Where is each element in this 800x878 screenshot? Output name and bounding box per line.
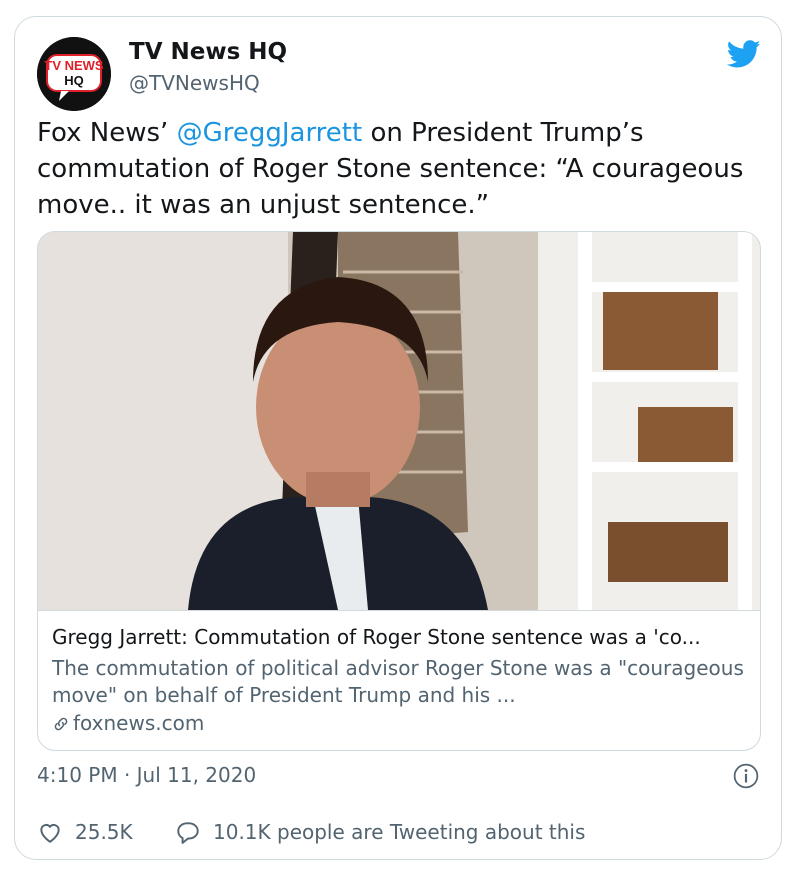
speech-bubble-icon: [177, 822, 199, 844]
card-image[interactable]: [38, 232, 760, 610]
mention-link[interactable]: @GreggJarrett: [177, 118, 363, 148]
like-count: 25.5K: [75, 820, 133, 844]
tv-news-logo: TV NEWS HQ: [37, 37, 111, 111]
card-domain-text: foxnews.com: [73, 711, 205, 735]
tweeting-about-button[interactable]: 10.1K people are Tweeting about this: [175, 819, 585, 845]
link-icon: [54, 717, 68, 731]
heart-icon: [40, 824, 60, 843]
tweet-text: Fox News’ @GreggJarrett on President Tru…: [37, 115, 767, 223]
like-button[interactable]: 25.5K: [37, 819, 133, 845]
card-info[interactable]: Gregg Jarrett: Commutation of Roger Ston…: [38, 610, 760, 750]
info-icon[interactable]: [733, 763, 759, 789]
card-domain[interactable]: foxnews.com: [52, 711, 204, 735]
link-card[interactable]: Gregg Jarrett: Commutation of Roger Ston…: [37, 231, 761, 751]
card-description: The commutation of political advisor Rog…: [52, 656, 744, 707]
tweeting-about-label: 10.1K people are Tweeting about this: [213, 820, 586, 844]
timestamp[interactable]: 4:10 PM · Jul 11, 2020: [37, 763, 256, 787]
tweet-text-part1: Fox News’: [37, 118, 177, 148]
twitter-bird-icon[interactable]: [727, 37, 761, 71]
tweet-embed[interactable]: TV NEWS HQ TV News HQ @TVNewsHQ Fox News…: [14, 16, 782, 860]
avatar-text-top: TV NEWS: [44, 58, 104, 73]
author-name[interactable]: TV News HQ: [129, 39, 287, 65]
avatar[interactable]: TV NEWS HQ: [37, 37, 111, 111]
author-handle[interactable]: @TVNewsHQ: [129, 71, 260, 95]
avatar-text-bottom: HQ: [64, 73, 84, 88]
card-title[interactable]: Gregg Jarrett: Commutation of Roger Ston…: [52, 625, 752, 649]
